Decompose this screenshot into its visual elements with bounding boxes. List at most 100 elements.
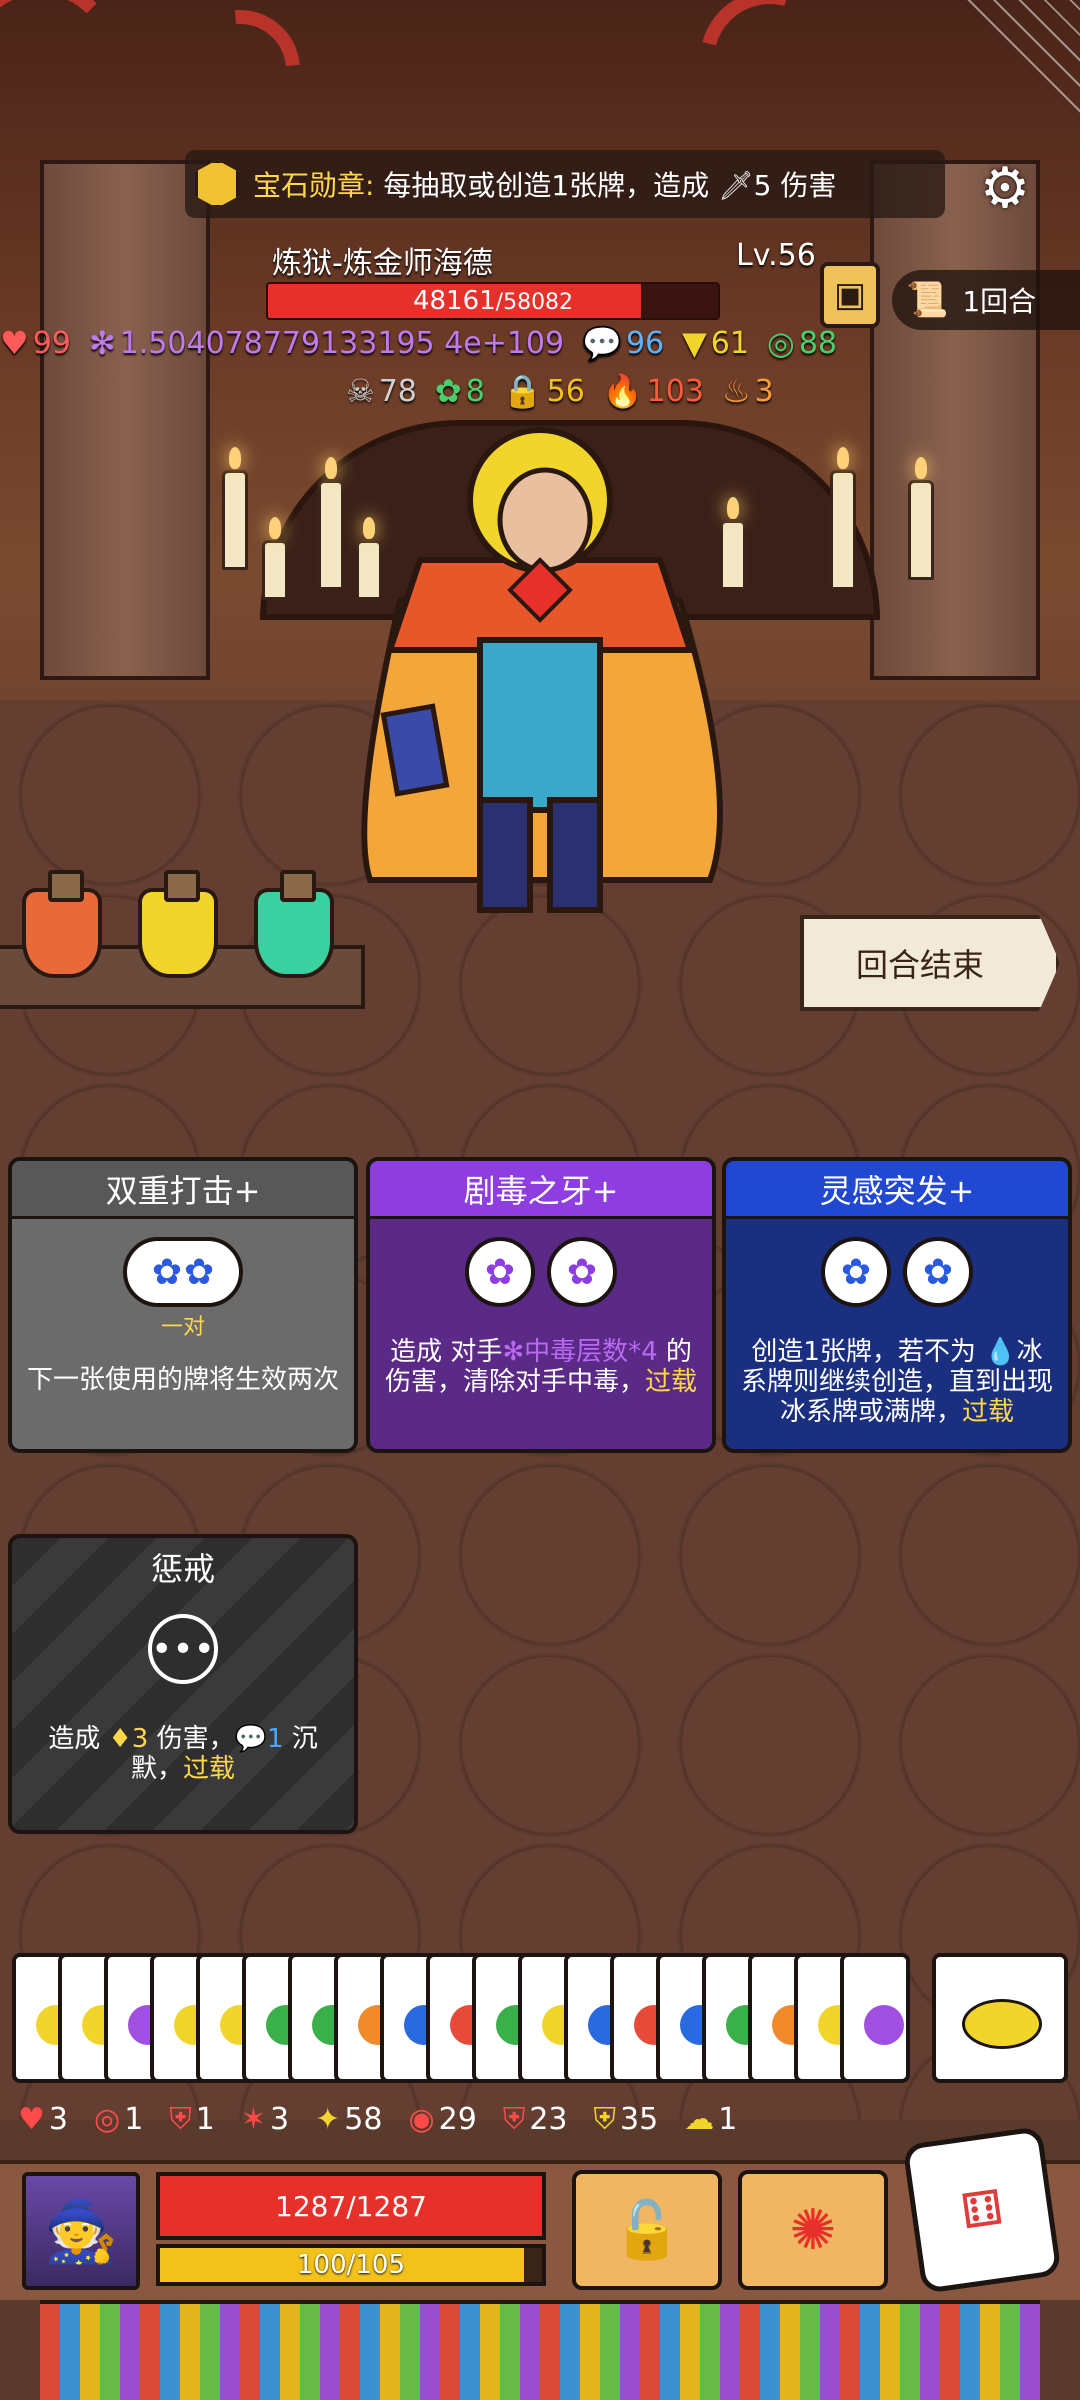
enemy-stat[interactable]: 🔥 103: [603, 372, 704, 410]
grape-icon: ✿: [484, 1251, 516, 1293]
card-venom-fang[interactable]: 剧毒之牙+ ✿ ✿ 造成 对手✻中毒层数*4 的伤害，清除对手中毒，过载: [366, 1157, 716, 1453]
player-buff[interactable]: ◉ 29: [408, 2102, 476, 2137]
blue-dice-icon: ✿: [840, 1251, 872, 1293]
enemy-level: Lv.56: [736, 238, 816, 273]
player-energy-bar: 100/105: [156, 2244, 546, 2286]
enemy-stat[interactable]: ☠ 78: [346, 372, 417, 410]
player-buff[interactable]: ⛨ 35: [594, 2102, 659, 2137]
gem-medal-banner[interactable]: 宝石勋章: 每抽取或创造1张牌，造成 🗡5 伤害: [185, 150, 945, 218]
end-turn-button[interactable]: 回合结束: [800, 915, 1060, 1011]
swirl-icon: ◉: [408, 2102, 435, 2137]
card-description: 下一张使用的牌将生效两次: [26, 1365, 339, 1395]
dice-roll-button[interactable]: ⚅: [902, 2125, 1062, 2295]
lemon-tile[interactable]: [932, 1953, 1068, 2083]
card-title: 惩戒: [150, 1550, 215, 1588]
card-description: 造成 对手✻中毒层数*4 的伤害，清除对手中毒，过载: [370, 1337, 712, 1397]
grape-icon: ✿: [566, 1251, 598, 1293]
settings-gear-button[interactable]: ⚙: [952, 148, 1058, 228]
badge-damage: 5: [753, 169, 772, 202]
candle: [222, 447, 248, 570]
poison-icon: ✻: [502, 1337, 525, 1367]
stat-value: 96: [625, 325, 665, 361]
enemy-stat[interactable]: 🔒 56: [503, 372, 585, 410]
desc-damage: 3: [131, 1724, 149, 1754]
blue-dice-icon: ✿: [184, 1251, 215, 1293]
desc-silence: 1: [266, 1724, 284, 1754]
player-avatar[interactable]: 🧙: [22, 2172, 140, 2290]
candle: [262, 517, 288, 600]
enemy-stat[interactable]: ♨ 3: [722, 372, 774, 410]
desc-part: 创造1张牌，若不为: [751, 1337, 985, 1367]
card-punish[interactable]: 惩戒 ••• 造成 ♦3 伤害，💬1 沉默，过载: [8, 1534, 358, 1834]
enemy-stat[interactable]: ▼ 61: [682, 324, 749, 362]
enemy-stat[interactable]: ♥ 99: [0, 324, 71, 362]
stat-value: 88: [798, 325, 838, 361]
ellipsis-icon: •••: [151, 1628, 215, 1670]
red-potion[interactable]: [22, 870, 102, 978]
shield-icon: ⛨: [502, 2102, 526, 2137]
pair-slot[interactable]: ✿ ✿: [123, 1237, 243, 1307]
stone-pillar: [870, 160, 1040, 680]
enemy-stat[interactable]: ◎ 88: [767, 324, 837, 362]
player-buff[interactable]: ⛨ 1: [169, 2102, 215, 2137]
lightning-icon: ✦: [315, 2102, 341, 2137]
shield-swirl-icon: ◎: [766, 324, 795, 362]
blue-slot[interactable]: ✿: [903, 1237, 973, 1307]
energy-text: 100/105: [296, 2250, 405, 2280]
turn-label: 1回合: [962, 285, 1037, 318]
buff-value: 29: [438, 2102, 477, 2137]
player-buff[interactable]: ♥ 3: [18, 2102, 68, 2137]
desc-poison-stacks: 中毒层数*4: [524, 1337, 658, 1367]
overload-keyword: 过载: [183, 1754, 236, 1784]
buff-value: 3: [270, 2102, 290, 2137]
tentacle-decoration: [0, 0, 120, 140]
enemy-hp-current: 48161: [412, 286, 496, 316]
player-buff[interactable]: ⛨ 23: [503, 2102, 568, 2137]
player-buff[interactable]: ✶ 3: [241, 2102, 289, 2137]
blue-slot[interactable]: ✿: [821, 1237, 891, 1307]
flame-orange-icon: ♨: [721, 372, 751, 410]
hand-tile[interactable]: [840, 1953, 910, 2083]
yellow-potion[interactable]: [138, 870, 218, 978]
enemy-hp-bar: 48161/58082: [266, 282, 720, 320]
enemy-stats-row-2: ☠ 78 ✿ 8 🔒 56 🔥 103 ♨ 3: [346, 372, 774, 410]
tentacle-decoration: [674, 0, 866, 156]
any-slot[interactable]: •••: [148, 1614, 218, 1684]
player-buff[interactable]: ◎ 1: [94, 2102, 143, 2137]
enemy-stat[interactable]: 💬 96: [582, 324, 664, 362]
diamond-icon: ♦: [108, 1724, 132, 1754]
tile-color-mark: [864, 2005, 904, 2045]
player-buff[interactable]: ✦ 58: [315, 2102, 382, 2137]
silence-icon: 💬: [234, 1724, 267, 1754]
player-buff[interactable]: ☁ 1: [684, 2102, 737, 2137]
card-description: 造成 ♦3 伤害，💬1 沉默，过载: [12, 1724, 354, 1784]
card-title: 灵感突发+: [726, 1161, 1068, 1219]
stat-value: 8: [465, 373, 485, 409]
claw-icon: ✶: [240, 2102, 267, 2137]
lemon-icon: [962, 1999, 1042, 2049]
stone-pillar: [40, 160, 210, 680]
candle: [830, 447, 856, 590]
enemy-info-button[interactable]: ▣: [820, 262, 880, 328]
buff-value: 58: [344, 2102, 383, 2137]
explosion-skill-button[interactable]: ✺: [738, 2170, 888, 2290]
green-potion[interactable]: [254, 870, 334, 978]
enemy-hp-text: 48161/58082: [268, 286, 718, 316]
card-double-strike[interactable]: 双重打击+ ✿ ✿ 一对 下一张使用的牌将生效两次: [8, 1157, 358, 1453]
gold-shield-icon: ⛨: [593, 2102, 617, 2137]
boss-alchemist-sprite[interactable]: [330, 420, 750, 940]
purple-slot[interactable]: ✿: [547, 1237, 617, 1307]
deck-strip[interactable]: [40, 2300, 1040, 2400]
badge-damage-suffix: 伤害: [780, 169, 837, 202]
player-buff-row: ♥ 3 ◎ 1 ⛨ 1 ✶ 3 ✦ 58 ◉ 29 ⛨ 23 ⛨ 35 ☁ 1: [18, 2102, 737, 2137]
stat-value: 1.504078779133195 4e+109: [119, 325, 565, 361]
card-inspiration[interactable]: 灵感突发+ ✿ ✿ 创造1张牌，若不为 💧冰系牌则继续创造，直到出现冰系牌或满牌…: [722, 1157, 1072, 1453]
lock-skill-button[interactable]: 🔓: [572, 2170, 722, 2290]
fire-icon: 🔥: [602, 372, 643, 410]
purple-slot[interactable]: ✿: [465, 1237, 535, 1307]
blue-dice-icon: ✿: [151, 1251, 182, 1293]
poison-icon: ✻: [88, 324, 116, 362]
card-title: 双重打击+: [12, 1161, 354, 1219]
enemy-stat[interactable]: ✻ 1.504078779133195 4e+109: [89, 324, 564, 362]
enemy-stat[interactable]: ✿ 8: [435, 372, 485, 410]
